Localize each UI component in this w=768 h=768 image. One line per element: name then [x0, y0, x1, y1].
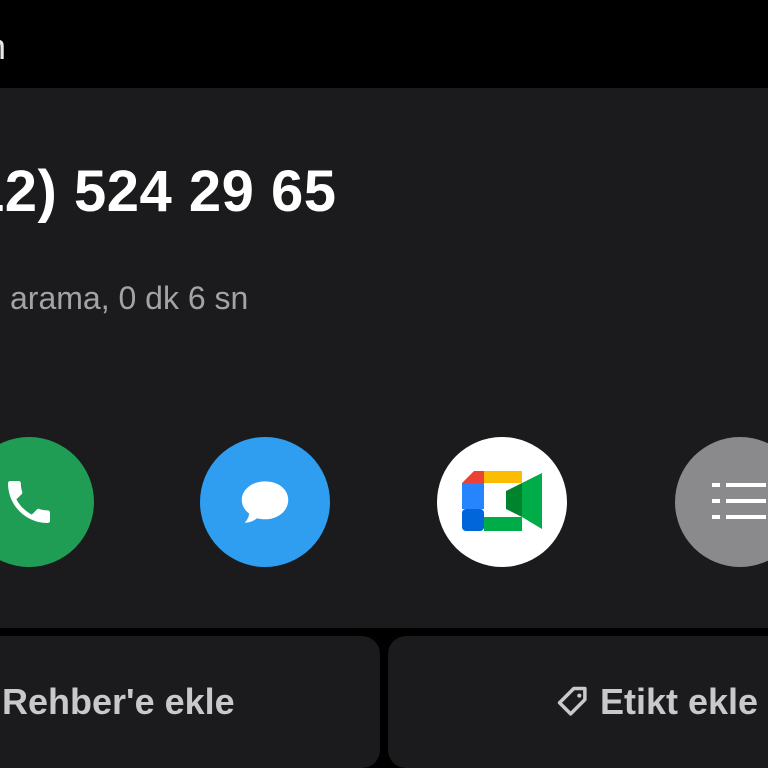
- add-contact-label: Rehber'e ekle: [2, 681, 235, 722]
- call-info: arama, 0 dk 6 sn: [10, 280, 249, 316]
- video-call-button[interactable]: [437, 437, 567, 567]
- google-meet-icon: [462, 471, 542, 531]
- list-icon: [712, 483, 766, 519]
- tag-icon: [554, 683, 592, 721]
- header-title: n: [0, 26, 6, 68]
- add-tag-label: Etikt ekle: [600, 681, 759, 722]
- phone-icon: [8, 481, 50, 523]
- screen: n 12) 524 29 65 arama, 0 dk 6 sn: [0, 0, 768, 768]
- message-button[interactable]: [200, 437, 330, 567]
- message-bubble-icon: [241, 481, 289, 523]
- phone-number: 12) 524 29 65: [0, 159, 337, 224]
- top-bar: n: [0, 0, 768, 88]
- add-contact-button[interactable]: Rehber'e ekle: [0, 636, 380, 768]
- add-tag-button[interactable]: Etikt ekle: [388, 636, 768, 768]
